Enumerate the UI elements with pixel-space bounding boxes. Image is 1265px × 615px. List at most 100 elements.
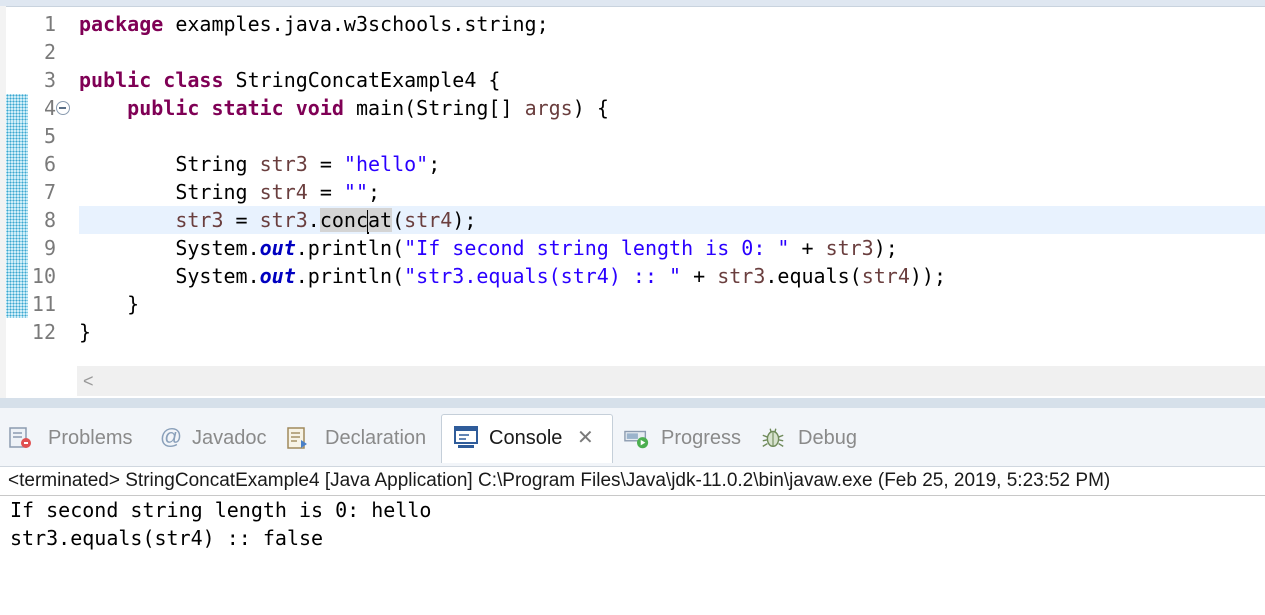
code-line[interactable]: public class StringConcatExample4 { xyxy=(79,66,1265,94)
code-token: "hello" xyxy=(343,152,429,176)
console-panel: Problems @ Javadoc Declaration Console ✕… xyxy=(0,408,1265,615)
code-token: out xyxy=(259,264,296,288)
view-tab-bar: Problems @ Javadoc Declaration Console ✕… xyxy=(0,408,1265,467)
code-token: + xyxy=(681,264,718,288)
close-icon[interactable]: ✕ xyxy=(577,415,594,461)
code-token: str3 xyxy=(175,208,224,232)
code-token: str3 xyxy=(259,152,308,176)
line-number: 4 xyxy=(43,96,56,120)
code-token: ); xyxy=(452,208,477,232)
code-token: )); xyxy=(909,264,946,288)
code-token: ; xyxy=(428,152,441,176)
code-line[interactable] xyxy=(79,122,1265,150)
code-token: } xyxy=(79,292,140,316)
line-number: 12 xyxy=(31,320,56,344)
line-number: 7 xyxy=(43,180,56,204)
code-token: public xyxy=(79,68,152,92)
panel-sash[interactable] xyxy=(0,398,1265,408)
code-line[interactable]: public static void main(String[] args) { xyxy=(79,94,1265,122)
code-token: void xyxy=(295,96,344,120)
code-line[interactable]: } xyxy=(79,318,1265,346)
console-output-line: str3.equals(str4) :: false xyxy=(10,526,324,550)
progress-icon xyxy=(624,430,649,449)
code-token: str3 xyxy=(717,264,766,288)
code-token: examples.java.w3schools.string; xyxy=(163,12,549,36)
code-token: .println( xyxy=(295,264,405,288)
line-number: 2 xyxy=(43,40,56,64)
line-number: 10 xyxy=(31,264,56,288)
code-token: .println( xyxy=(295,236,405,260)
change-marker xyxy=(6,234,28,262)
code-token: = xyxy=(307,180,344,204)
line-number: 3 xyxy=(43,68,56,92)
code-token: conc xyxy=(319,208,369,232)
change-marker xyxy=(6,150,28,178)
code-token: "str3.equals(str4) :: " xyxy=(404,264,682,288)
code-token: String xyxy=(79,180,260,204)
code-token: = xyxy=(307,152,344,176)
code-line[interactable] xyxy=(79,38,1265,66)
code-token: str4 xyxy=(861,264,910,288)
code-token: main(String[] xyxy=(343,96,525,120)
line-number: 6 xyxy=(43,152,56,176)
code-token: package xyxy=(79,12,164,36)
code-token: ) { xyxy=(572,96,609,120)
code-line[interactable]: String str3 = "hello"; xyxy=(79,150,1265,178)
line-number: 8 xyxy=(43,208,56,232)
code-token: str3 xyxy=(259,208,308,232)
change-marker xyxy=(6,122,28,150)
debug-icon xyxy=(762,428,784,448)
fold-collapse-icon[interactable] xyxy=(56,101,70,115)
line-number: 1 xyxy=(43,12,56,36)
code-token: at xyxy=(368,208,393,232)
code-token: str4 xyxy=(259,180,308,204)
code-token: static xyxy=(211,96,284,120)
code-line[interactable]: package examples.java.w3schools.string; xyxy=(79,10,1265,38)
horizontal-scrollbar[interactable]: < xyxy=(77,366,1265,396)
change-marker xyxy=(6,290,28,318)
code-line[interactable]: String str4 = ""; xyxy=(79,178,1265,206)
tab-label: Problems xyxy=(48,427,133,449)
change-marker xyxy=(6,178,28,206)
line-number: 5 xyxy=(43,124,56,148)
code-token: "If second string length is 0: " xyxy=(404,236,790,260)
code-line[interactable]: System.out.println("If second string len… xyxy=(79,234,1265,262)
tab-label: Progress xyxy=(661,427,742,449)
code-token: System. xyxy=(79,236,260,260)
code-token: + xyxy=(789,236,826,260)
code-line-current[interactable]: str3 = str3.concat(str4); xyxy=(79,206,1265,234)
code-token: ( xyxy=(392,208,405,232)
code-line[interactable]: } xyxy=(79,290,1265,318)
line-number: 11 xyxy=(31,292,56,316)
code-token: } xyxy=(79,320,92,344)
code-token: str3 xyxy=(825,236,874,260)
tab-label: Javadoc xyxy=(192,427,267,449)
code-token: StringConcatExample4 { xyxy=(223,68,501,92)
code-line[interactable]: System.out.println("str3.equals(str4) ::… xyxy=(79,262,1265,290)
declaration-icon xyxy=(287,427,307,449)
code-token: .equals( xyxy=(765,264,862,288)
scroll-left-icon[interactable]: < xyxy=(83,368,94,394)
problems-icon xyxy=(9,427,31,448)
tab-label: Declaration xyxy=(325,427,427,449)
line-number: 9 xyxy=(43,236,56,260)
code-token: = xyxy=(223,208,260,232)
code-token: str4 xyxy=(404,208,453,232)
code-editor[interactable]: 1 2 3 4 5 6 7 8 9 10 11 12 package examples.java.w3… xyxy=(0,0,1265,398)
code-token: ); xyxy=(873,236,898,260)
code-token: String xyxy=(79,152,260,176)
tab-console[interactable]: Console ✕ xyxy=(441,414,613,463)
tab-label: Debug xyxy=(798,427,857,449)
code-token: "" xyxy=(343,180,369,204)
code-token: class xyxy=(163,68,224,92)
javadoc-icon: @ xyxy=(159,424,183,449)
tab-label: Console xyxy=(489,427,563,449)
code-token: System. xyxy=(79,264,260,288)
editor-top-border xyxy=(0,0,1265,7)
code-token: . xyxy=(307,208,320,232)
